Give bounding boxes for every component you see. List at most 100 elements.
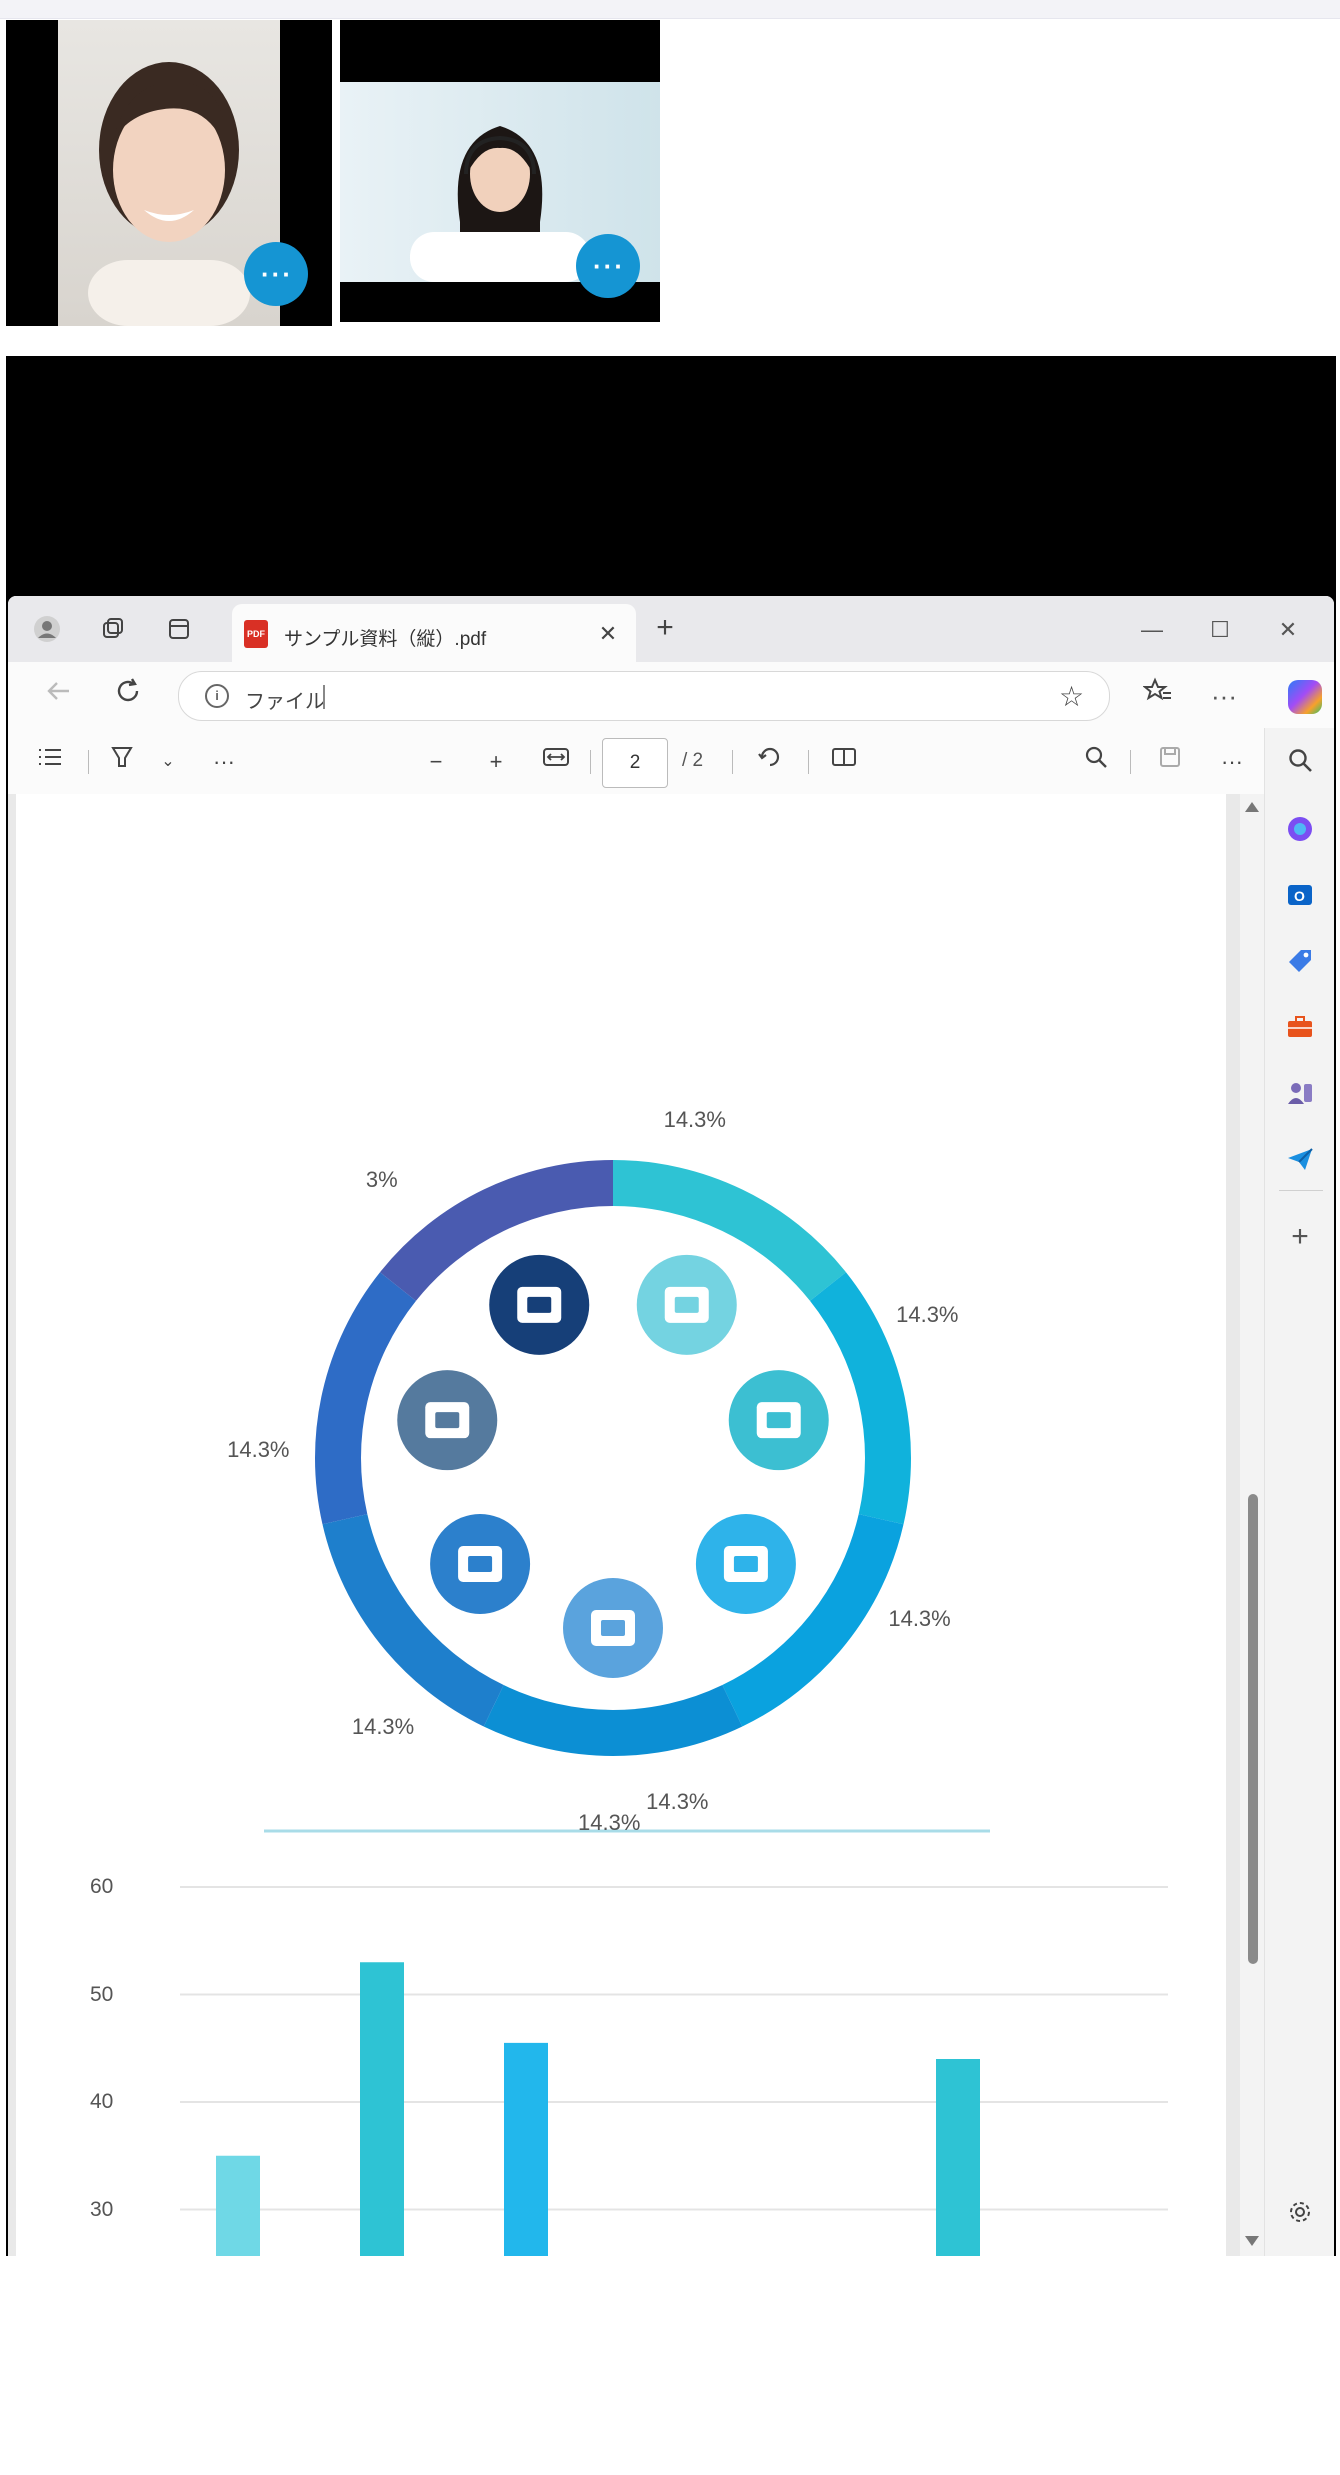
fit-width-icon (543, 748, 569, 766)
briefcase-icon (563, 1578, 663, 1678)
sidebar-search-button[interactable] (1283, 746, 1317, 780)
page-number-input[interactable]: 2 (602, 738, 668, 788)
refresh-button[interactable] (108, 676, 148, 716)
more-icon: ··· (261, 259, 293, 289)
bar (216, 2155, 260, 2256)
pdf-viewer[interactable]: 14.3% 14.3% 14.3% 14.3% 14.3% 14.3% 3% 14.3% 60… (8, 794, 1264, 2256)
send-telegram-icon[interactable] (1285, 1144, 1315, 1174)
top-strip (0, 0, 1340, 19)
donut-slice (483, 1685, 743, 1756)
screen-share-area: PDF サンプル資料（縦）.pdf ✕ + — ☐ ✕ i ファイル ☆ ···… (6, 356, 1336, 2256)
browser-window: PDF サンプル資料（縦）.pdf ✕ + — ☐ ✕ i ファイル ☆ ···… (8, 596, 1334, 2256)
favorites-list-icon (1142, 677, 1171, 701)
tab-title: サンプル資料（縦）.pdf (284, 629, 487, 650)
tab-close-icon[interactable]: ✕ (592, 618, 624, 650)
scroll-up-arrow-icon[interactable] (1245, 802, 1259, 812)
close-window-button[interactable]: ✕ (1270, 612, 1306, 648)
scroll-down-arrow-icon[interactable] (1245, 2236, 1259, 2246)
rotate-button[interactable] (752, 744, 788, 780)
page-count: / 2 (682, 750, 704, 771)
settings-more-button[interactable]: ··· (1204, 676, 1244, 716)
url-field[interactable]: i ファイル ☆ (178, 671, 1110, 721)
wallet-icon (636, 1254, 737, 1355)
tab-bar: PDF サンプル資料（縦）.pdf ✕ + — ☐ ✕ (8, 596, 1334, 662)
donut-percent-label: 14.3% (888, 1605, 951, 1631)
highlighter-icon (111, 747, 133, 767)
scroll-thumb[interactable] (1248, 1494, 1258, 1964)
bar (504, 2042, 548, 2256)
bar-y-tick-label: 30 (90, 2197, 114, 2221)
favorite-star-icon[interactable]: ☆ (1059, 680, 1084, 713)
save-button[interactable] (1152, 744, 1188, 780)
tab-actions-button[interactable] (160, 610, 198, 648)
address-bar-row: i ファイル ☆ ··· (8, 662, 1334, 728)
participant-tile-2[interactable]: ··· (340, 20, 660, 322)
shopping-tag-icon[interactable] (1285, 946, 1315, 976)
profile-button[interactable] (28, 610, 66, 648)
inbox-icon (397, 1370, 498, 1471)
maximize-button[interactable]: ☐ (1202, 612, 1238, 648)
find-button[interactable] (1078, 744, 1114, 780)
bar (360, 1962, 404, 2256)
donut-percent-label: 14.3% (227, 1437, 290, 1463)
document-icon (728, 1370, 829, 1471)
list-icon (39, 749, 61, 765)
refresh-icon (117, 678, 139, 702)
zoom-out-button[interactable]: − (418, 744, 454, 780)
pdf-file-icon: PDF (244, 620, 268, 648)
favorites-button[interactable] (1138, 676, 1178, 716)
games-icon[interactable] (1285, 1078, 1315, 1108)
highlight-dropdown-chevron-icon[interactable]: ⌄ (150, 744, 186, 780)
back-button[interactable] (38, 676, 78, 716)
participant-more-button-2[interactable]: ··· (576, 234, 640, 298)
tab-actions-icon (169, 619, 189, 639)
sidebar-settings-button[interactable] (1283, 2198, 1317, 2232)
table-of-contents-button[interactable] (32, 744, 68, 780)
pdf-toolbar: ⌄ ··· − + 2 / 2 ··· (8, 728, 1264, 795)
profile-icon (34, 616, 60, 642)
search-icon (1289, 749, 1312, 772)
pdf-scrollbar[interactable] (1240, 794, 1264, 2256)
workspaces-button[interactable] (94, 610, 132, 648)
mail-icon (430, 1513, 531, 1614)
bar-y-tick-label: 50 (90, 1982, 114, 2006)
tools-briefcase-icon[interactable] (1285, 1012, 1315, 1042)
minimize-button[interactable]: — (1134, 612, 1170, 648)
back-arrow-icon (47, 682, 69, 700)
save-icon (1160, 747, 1180, 767)
highlight-button[interactable] (104, 744, 140, 780)
outlook-icon[interactable]: O (1285, 880, 1315, 910)
donut-percent-label: 14.3% (351, 1713, 415, 1739)
draw-more-button[interactable]: ··· (206, 744, 242, 780)
edge-sidebar: O + (1264, 728, 1334, 2256)
participant-tile-1[interactable]: ··· (6, 20, 332, 326)
donut-percent-label: 3% (365, 1166, 398, 1192)
bar-y-tick-label: 60 (90, 1875, 114, 1898)
workspaces-icon (103, 618, 123, 638)
donut-percent-label: 14.3% (896, 1302, 959, 1328)
donut-slice (315, 1272, 416, 1525)
copilot-icon[interactable] (1288, 680, 1322, 714)
fit-width-button[interactable] (538, 744, 574, 780)
donut-bottom-label: 14.3% (578, 1810, 641, 1835)
site-info-icon[interactable]: i (205, 684, 229, 708)
page-view-icon (832, 748, 856, 766)
add-sidebar-app-button[interactable]: + (1283, 1220, 1317, 1254)
page-view-button[interactable] (826, 744, 862, 780)
checkmark-shield-icon (695, 1513, 796, 1614)
pdf-page: 14.3% 14.3% 14.3% 14.3% 14.3% 14.3% 3% 14.3% 60… (16, 794, 1226, 2256)
donut-percent-label: 14.3% (663, 1106, 726, 1132)
toolbar-divider (88, 750, 89, 774)
pdf-more-button[interactable]: ··· (1214, 744, 1250, 780)
url-scheme-label: ファイル (245, 691, 325, 713)
zoom-in-button[interactable]: + (478, 744, 514, 780)
bar (936, 2059, 980, 2256)
new-tab-button[interactable]: + (646, 610, 684, 648)
rotate-icon (758, 747, 780, 767)
text-cursor (323, 685, 325, 709)
participant-more-button-1[interactable]: ··· (244, 242, 308, 306)
tab-sample-pdf[interactable]: PDF サンプル資料（縦）.pdf ✕ (232, 604, 636, 662)
copilot-sidebar-icon[interactable] (1285, 814, 1315, 844)
more-icon: ··· (593, 251, 625, 281)
svg-text:O: O (1294, 888, 1305, 904)
